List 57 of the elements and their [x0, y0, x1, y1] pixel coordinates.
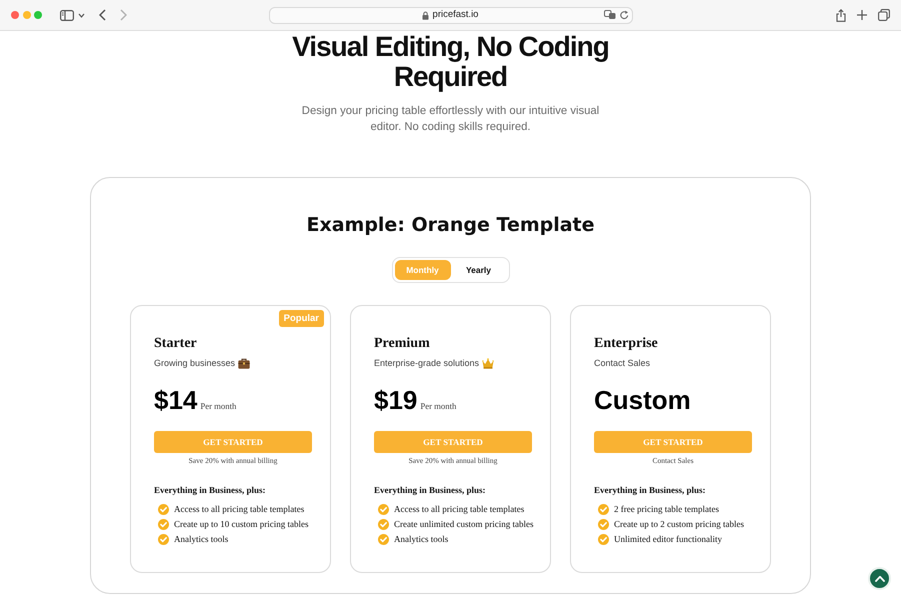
get-started-button[interactable]: GET STARTED [374, 431, 532, 453]
features-heading: Everything in Business, plus: [374, 484, 487, 497]
get-started-button[interactable]: GET STARTED [154, 431, 312, 453]
plan-price: $19 [374, 385, 418, 415]
feature-text: 2 free pricing table templates [614, 503, 719, 516]
popular-badge: Popular [278, 310, 324, 327]
plan-price: Custom [594, 385, 691, 415]
address-bar[interactable]: pricefast.io [268, 6, 632, 24]
features-heading: Everything in Business, plus: [154, 484, 267, 497]
chevron-down-icon[interactable] [78, 12, 84, 18]
feature-text: Unlimited editor functionality [614, 533, 722, 546]
back-icon[interactable] [98, 9, 106, 21]
check-icon [158, 504, 169, 515]
billing-option-tab[interactable]: Monthly [394, 260, 450, 280]
close-icon[interactable] [11, 11, 19, 19]
check-icon [598, 504, 609, 515]
plus-icon[interactable] [857, 10, 867, 20]
feature-text: Create up to 10 custom pricing tables [174, 518, 308, 531]
plan-tagline: Enterprise-grade solutions [374, 357, 480, 370]
lock-icon [422, 10, 429, 20]
plan-tagline: Contact Sales [594, 357, 650, 370]
feature-text: Create unlimited custom pricing tables [394, 518, 534, 531]
briefcase-icon [238, 358, 250, 368]
check-icon [158, 534, 169, 545]
check-icon [598, 534, 609, 545]
plan-name: Premium [374, 335, 431, 353]
overlapping-squares-icon[interactable] [878, 9, 890, 21]
plan-name: Starter [154, 335, 198, 353]
features-heading: Everything in Business, plus: [594, 484, 707, 497]
check-icon [158, 519, 169, 530]
feature-text: Access to all pricing table templates [174, 503, 304, 516]
feature-text: Create up to 2 custom pricing tables [614, 518, 744, 531]
check-icon [378, 534, 389, 545]
scroll-top-button[interactable] [868, 567, 891, 590]
sidebar-icon[interactable] [60, 10, 74, 20]
speech-bubbles-icon[interactable] [604, 10, 616, 20]
check-icon [598, 519, 609, 530]
get-started-button[interactable]: GET STARTED [594, 431, 752, 453]
check-icon [378, 504, 389, 515]
check-icon [378, 519, 389, 530]
share-icon[interactable] [836, 8, 846, 22]
page-subheading: Design your pricing table effortlessly with our intuitive visual editor. No coding skills required. [300, 104, 600, 135]
plan-name: Enterprise [594, 335, 659, 353]
page-heading: Visual Editing, No Coding Required [291, 32, 610, 92]
url-text: pricefast.io [432, 9, 478, 21]
feature-text: Analytics tools [394, 533, 448, 546]
billing-option-tab[interactable]: Yearly [450, 260, 506, 280]
crown-icon [482, 358, 494, 368]
chevron-up-icon [874, 575, 884, 582]
plan-tagline: Growing businesses [154, 357, 236, 370]
example-title: Example: Orange Template [305, 213, 596, 238]
feature-text: Analytics tools [174, 533, 228, 546]
price-period: Per month [420, 401, 456, 412]
plan-price: $14 [154, 385, 198, 415]
price-period: Per month [200, 401, 236, 412]
reload-icon[interactable] [620, 10, 628, 20]
feature-text: Access to all pricing table templates [394, 503, 524, 516]
